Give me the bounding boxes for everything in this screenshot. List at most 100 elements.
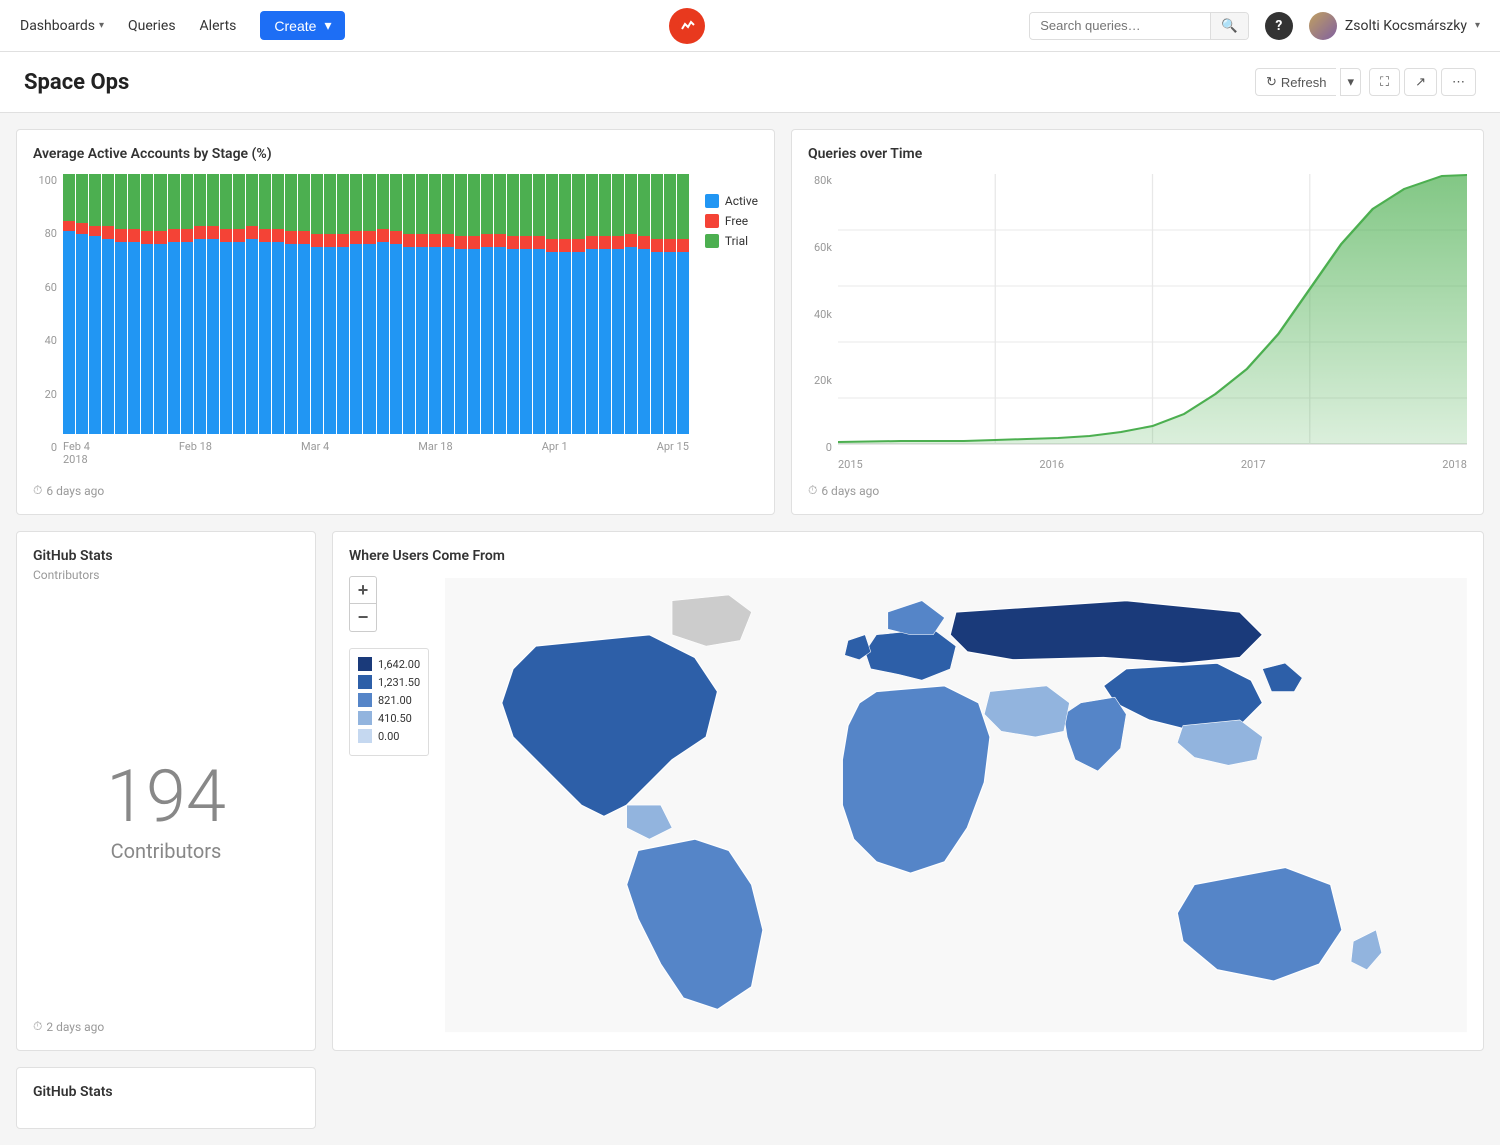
- bar-col[interactable]: [612, 174, 624, 434]
- zoom-out-button[interactable]: −: [349, 604, 377, 632]
- avg-active-accounts-widget: Average Active Accounts by Stage (%) 100…: [16, 129, 775, 515]
- bar-col[interactable]: [220, 174, 232, 434]
- bar-col[interactable]: [154, 174, 166, 434]
- more-options-button[interactable]: ⋯: [1441, 68, 1476, 96]
- bar-col[interactable]: [272, 174, 284, 434]
- legend-trial-color: [705, 234, 719, 248]
- search-box[interactable]: 🔍: [1029, 12, 1249, 40]
- chart2-x-axis: 2015 2016 2017 2018: [838, 458, 1467, 471]
- bar-col[interactable]: [285, 174, 297, 434]
- bar-col[interactable]: [259, 174, 271, 434]
- bar-col[interactable]: [76, 174, 88, 434]
- world-map: [445, 576, 1467, 1034]
- clock-icon: ⏱: [33, 483, 42, 498]
- bar-col[interactable]: [181, 174, 193, 434]
- bar-col[interactable]: [324, 174, 336, 434]
- bar-col[interactable]: [298, 174, 310, 434]
- legend-trial: Trial: [705, 234, 758, 248]
- bar-col[interactable]: [89, 174, 101, 434]
- alerts-link[interactable]: Alerts: [200, 18, 237, 34]
- bar-col[interactable]: [572, 174, 584, 434]
- bar-col[interactable]: [677, 174, 689, 434]
- github-value: 194: [106, 754, 226, 839]
- top-navigation: Dashboards ▾ Queries Alerts Create ▾ 🔍 ?: [0, 0, 1500, 52]
- bar-col[interactable]: [246, 174, 258, 434]
- bar-col[interactable]: [533, 174, 545, 434]
- app-logo: [669, 8, 705, 44]
- bar-col[interactable]: [377, 174, 389, 434]
- bar-col[interactable]: [337, 174, 349, 434]
- bar-col[interactable]: [468, 174, 480, 434]
- username-label: Zsolti Kocsmárszky: [1345, 18, 1467, 34]
- bar-col[interactable]: [651, 174, 663, 434]
- nav-right: 🔍 ? Zsolti Kocsmárszky ▾: [1029, 12, 1480, 40]
- bar-col[interactable]: [664, 174, 676, 434]
- bar-col[interactable]: [233, 174, 245, 434]
- chart1-x-axis: Feb 42018 Feb 18 Mar 4 Mar 18 Apr 1 Apr …: [63, 440, 689, 466]
- bar-col[interactable]: [128, 174, 140, 434]
- legend-color-4: [358, 711, 372, 725]
- share-button[interactable]: ↗: [1404, 68, 1437, 96]
- bar-col[interactable]: [115, 174, 127, 434]
- github-footer: ⏱ 2 days ago: [33, 1019, 299, 1034]
- bar-col[interactable]: [194, 174, 206, 434]
- bar-col[interactable]: [416, 174, 428, 434]
- chart1-footer: ⏱ 6 days ago: [33, 483, 758, 498]
- bar-col[interactable]: [546, 174, 558, 434]
- legend-item-1: 1,642.00: [358, 657, 420, 671]
- bar-col[interactable]: [350, 174, 362, 434]
- search-input[interactable]: [1030, 13, 1210, 38]
- help-button[interactable]: ?: [1265, 12, 1293, 40]
- bar-col[interactable]: [442, 174, 454, 434]
- bar-col[interactable]: [102, 174, 114, 434]
- dropdown-chevron-icon: ▾: [1347, 74, 1354, 90]
- queries-link[interactable]: Queries: [128, 18, 176, 34]
- dashboards-chevron[interactable]: ▾: [99, 20, 104, 31]
- bar-col[interactable]: [507, 174, 519, 434]
- dashboards-link[interactable]: Dashboards: [20, 18, 95, 34]
- chart2-y-axis: 80k 60k 40k 20k 0: [808, 174, 838, 454]
- bar-col[interactable]: [390, 174, 402, 434]
- bar-col[interactable]: [638, 174, 650, 434]
- bar-col[interactable]: [429, 174, 441, 434]
- github-value-label: Contributors: [111, 839, 222, 863]
- bar-col[interactable]: [494, 174, 506, 434]
- user-menu[interactable]: Zsolti Kocsmárszky ▾: [1309, 12, 1480, 40]
- bar-col[interactable]: [599, 174, 611, 434]
- bar-col[interactable]: [625, 174, 637, 434]
- bar-col[interactable]: [559, 174, 571, 434]
- clock-icon2: ⏱: [808, 483, 817, 498]
- legend-color-5: [358, 729, 372, 743]
- bar-col[interactable]: [586, 174, 598, 434]
- legend-color-2: [358, 675, 372, 689]
- bar-col[interactable]: [168, 174, 180, 434]
- search-button[interactable]: 🔍: [1210, 13, 1248, 39]
- bar-col[interactable]: [63, 174, 75, 434]
- legend-color-3: [358, 693, 372, 707]
- nav-center: [369, 8, 1005, 44]
- search-icon: 🔍: [1221, 18, 1238, 33]
- bar-col[interactable]: [311, 174, 323, 434]
- create-chevron-icon: ▾: [324, 17, 331, 34]
- refresh-dropdown-button[interactable]: ▾: [1340, 68, 1361, 96]
- github-title: GitHub Stats: [33, 548, 299, 564]
- bar-col[interactable]: [481, 174, 493, 434]
- map-widget: Where Users Come From + − 1,642.00: [332, 531, 1484, 1051]
- bar-col[interactable]: [207, 174, 219, 434]
- bar-col[interactable]: [363, 174, 375, 434]
- legend-item-3: 821.00: [358, 693, 420, 707]
- map-container: + − 1,642.00 1,231.50: [349, 576, 1467, 1034]
- bar-col[interactable]: [141, 174, 153, 434]
- create-button[interactable]: Create ▾: [260, 11, 345, 40]
- zoom-in-button[interactable]: +: [349, 576, 377, 604]
- expand-button[interactable]: ⛶: [1369, 68, 1400, 96]
- dashboards-nav[interactable]: Dashboards ▾: [20, 18, 104, 34]
- refresh-button[interactable]: ↻ Refresh: [1255, 68, 1336, 96]
- user-chevron-icon[interactable]: ▾: [1475, 20, 1480, 31]
- bar-col[interactable]: [403, 174, 415, 434]
- bar-col[interactable]: [520, 174, 532, 434]
- world-map-svg: [445, 576, 1467, 1034]
- bar-col[interactable]: [455, 174, 467, 434]
- share-icon: ↗: [1415, 74, 1426, 90]
- legend-item-4: 410.50: [358, 711, 420, 725]
